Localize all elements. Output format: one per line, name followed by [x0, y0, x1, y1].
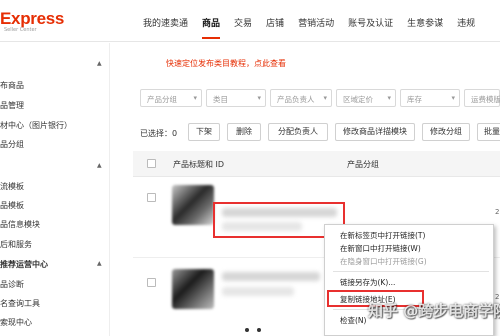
product-thumbnail[interactable] — [172, 185, 214, 225]
filter-label: 类目 — [213, 95, 228, 104]
column-group: 产品分组 — [347, 160, 379, 169]
sidebar-item-shipping-templates[interactable]: 流模板 — [0, 181, 24, 192]
product-title-blurred — [222, 272, 320, 281]
nav-violations[interactable]: 违规 — [457, 16, 475, 39]
table-header: 产品标题和 ID 产品分组 — [133, 151, 500, 177]
select-all-checkbox[interactable] — [147, 159, 156, 168]
delete-button[interactable]: 删除 — [227, 123, 261, 141]
sidebar-item-ranking-tool[interactable]: 名查询工具 — [0, 298, 40, 309]
chevron-down-icon: ▾ — [323, 94, 327, 102]
edit-group-button[interactable]: 修改分组 — [422, 123, 470, 141]
category-tutorial-link[interactable]: 快速定位发布类目教程，点此查看 — [166, 58, 286, 69]
nav-my-aliexpress[interactable]: 我的速卖通 — [143, 16, 188, 39]
chevron-down-icon: ▾ — [387, 94, 391, 102]
menu-open-incognito[interactable]: 在隐身窗口中打开链接(G) — [340, 256, 427, 267]
collapse-arrow-icon[interactable]: ▲ — [97, 60, 102, 67]
carousel-dot[interactable] — [257, 328, 261, 332]
filter-label: 库存 — [407, 95, 422, 104]
filter-inventory[interactable]: 库存 ▾ — [400, 89, 460, 107]
row-edge-value: 2( — [495, 208, 500, 216]
product-thumbnail[interactable] — [172, 269, 214, 309]
sidebar-item-media-center[interactable]: 材中心（图片银行） — [0, 120, 72, 131]
edit-detail-module-button[interactable]: 修改商品详描模块 — [335, 123, 415, 141]
sidebar-item-diagnosis[interactable]: 品诊断 — [0, 279, 24, 290]
chevron-down-icon: ▾ — [193, 94, 197, 102]
menu-open-new-window[interactable]: 在新窗口中打开链接(W) — [340, 243, 421, 254]
carousel-dot[interactable] — [245, 328, 249, 332]
watermark: 知乎 @跨步电商学院 — [368, 302, 500, 320]
nav-products[interactable]: 商品 — [202, 16, 221, 39]
menu-save-link-as[interactable]: 链接另存为(K)... — [340, 277, 395, 288]
assign-owner-button[interactable]: 分配负责人 — [268, 123, 328, 141]
main-nav: 我的速卖通 商品 交易 店铺 营销活动 账号及认证 生意参谋 违规 — [143, 16, 489, 39]
batch-button[interactable]: 批量 — [477, 123, 500, 141]
chevron-down-icon: ▾ — [257, 94, 261, 102]
logo-subtitle: Seller Center — [4, 27, 37, 33]
express-logo[interactable]: Express — [0, 9, 64, 29]
chevron-down-icon: ▾ — [451, 94, 455, 102]
row-checkbox[interactable] — [147, 278, 156, 287]
collapse-arrow-icon[interactable]: ▲ — [97, 162, 102, 169]
sidebar-item-info-modules[interactable]: 品信息模块 — [0, 219, 40, 230]
sidebar: ▲ 布商品 品管理 材中心（图片银行） 品分组 ▲ 流模板 品模板 品信息模块 … — [0, 43, 110, 336]
menu-open-new-tab[interactable]: 在新标签页中打开链接(T) — [340, 230, 425, 241]
filter-label: 产品负责人 — [277, 95, 315, 104]
filter-owner[interactable]: 产品负责人 ▾ — [270, 89, 332, 107]
sidebar-item-manage-products[interactable]: 品管理 — [0, 100, 24, 111]
nav-account[interactable]: 账号及认证 — [348, 16, 393, 39]
sidebar-item-discovery-center[interactable]: 索现中心 — [0, 317, 32, 328]
filter-product-group[interactable]: 产品分组 ▾ — [140, 89, 202, 107]
filter-regional-pricing[interactable]: 区域定价 ▾ — [336, 89, 396, 107]
filter-label: 产品分组 — [147, 95, 177, 104]
sidebar-item-after-sales[interactable]: 后和服务 — [0, 239, 32, 250]
nav-marketing[interactable]: 营销活动 — [298, 16, 334, 39]
nav-orders[interactable]: 交易 — [234, 16, 252, 39]
menu-separator — [333, 271, 489, 272]
filter-shipping-template[interactable]: 运费模版 — [464, 89, 500, 107]
sidebar-item-product-templates[interactable]: 品模板 — [0, 200, 24, 211]
selected-count: 已选择：0 — [140, 129, 178, 138]
nav-business-advisor[interactable]: 生意参谋 — [407, 16, 443, 39]
sidebar-item-publish-product[interactable]: 布商品 — [0, 80, 24, 91]
product-id-blurred — [222, 287, 294, 296]
nav-store[interactable]: 店铺 — [266, 16, 284, 39]
filter-category[interactable]: 类目 ▾ — [206, 89, 266, 107]
column-title-id: 产品标题和 ID — [173, 160, 225, 169]
menu-inspect[interactable]: 检查(N) — [340, 315, 366, 326]
filter-label: 运费模版 — [471, 95, 500, 104]
top-header: Express Seller Center 我的速卖通 商品 交易 店铺 营销活… — [0, 0, 500, 42]
row-checkbox[interactable] — [147, 193, 156, 202]
sidebar-group-recommendation[interactable]: 推荐运营中心 — [0, 259, 48, 270]
collapse-arrow-icon[interactable]: ▲ — [97, 260, 102, 267]
sidebar-item-product-groups[interactable]: 品分组 — [0, 139, 24, 150]
filter-label: 区域定价 — [343, 95, 373, 104]
delist-button[interactable]: 下架 — [188, 123, 220, 141]
